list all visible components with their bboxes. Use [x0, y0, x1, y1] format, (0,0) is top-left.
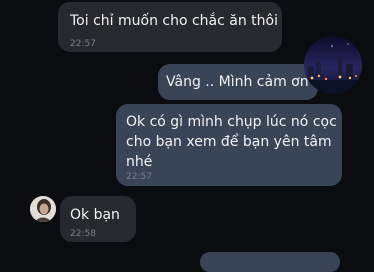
message-bubble-outgoing[interactable]: Ok có gì mình chụp lúc nó cọc cho bạn xe…: [116, 104, 342, 186]
message-text: Ok bạn: [70, 207, 120, 223]
message-timestamp: 22:58: [70, 229, 96, 239]
message-timestamp: 22:57: [70, 39, 96, 49]
message-timestamp: 22:57: [126, 172, 152, 182]
message-bubble-outgoing-partial[interactable]: [200, 252, 340, 272]
message-text-line: Ok có gì mình chụp lúc nó cọc: [126, 114, 337, 130]
message-text-line: cho bạn xem để bạn yên tâm: [126, 134, 332, 150]
message-text: Vâng .. Mình cảm ơn b: [166, 74, 322, 90]
message-bubble-incoming[interactable]: Toi chỉ muốn cho chắc ăn thôi 22:57: [58, 2, 282, 52]
person-photo-avatar: [30, 196, 56, 222]
message-bubble-outgoing[interactable]: Vâng .. Mình cảm ơn b: [158, 64, 322, 100]
message-bubble-incoming[interactable]: Ok bạn 22:58: [60, 196, 136, 242]
city-night-photo-avatar: [304, 36, 362, 94]
chat-screen: { "messages": [ {"side": "in", "text": "…: [0, 0, 374, 272]
self-avatar[interactable]: [304, 36, 362, 94]
message-text: Toi chỉ muốn cho chắc ăn thôi: [70, 13, 278, 29]
contact-avatar[interactable]: [30, 196, 56, 222]
message-text-line: nhé: [126, 154, 153, 170]
